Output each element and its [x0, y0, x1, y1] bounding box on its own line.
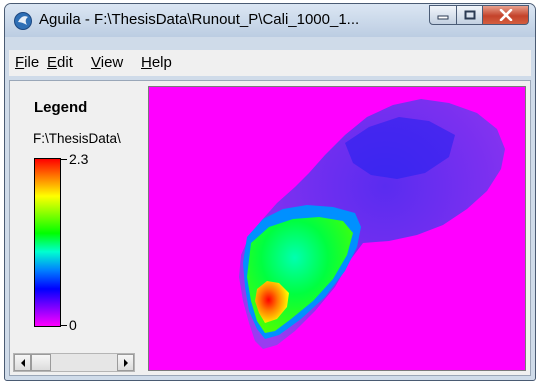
- scroll-thumb[interactable]: [31, 354, 51, 371]
- legend-title: Legend: [34, 99, 88, 116]
- maximize-icon: [464, 10, 475, 20]
- runout-raster-map: [239, 99, 505, 349]
- maximize-button[interactable]: [457, 5, 483, 25]
- close-icon: [499, 9, 512, 21]
- minimize-button[interactable]: [429, 5, 457, 25]
- menu-view[interactable]: View: [91, 54, 123, 71]
- window-title: Aguila - F:\ThesisData\Runout_P\Cali_100…: [39, 11, 360, 28]
- legend-panel: Legend F:\ThesisData\ 2.3 0: [10, 81, 144, 375]
- title-bar[interactable]: Aguila - F:\ThesisData\Runout_P\Cali_100…: [5, 4, 535, 37]
- aguila-app-icon: [14, 12, 32, 30]
- scroll-left-button[interactable]: [14, 354, 31, 371]
- legend-file-path: F:\ThesisData\: [33, 131, 121, 146]
- scroll-right-button[interactable]: [117, 354, 134, 371]
- menu-edit[interactable]: Edit: [47, 54, 73, 71]
- legend-max-label: 2.3: [69, 151, 89, 167]
- close-button[interactable]: [483, 5, 529, 25]
- legend-max-tick: [61, 159, 67, 160]
- client-area: Legend F:\ThesisData\ 2.3 0: [9, 80, 531, 376]
- map-view[interactable]: [148, 86, 526, 371]
- legend-colorbar: [34, 158, 61, 327]
- minimize-icon: [437, 15, 449, 20]
- menu-file[interactable]: File: [15, 54, 39, 71]
- arrow-right-icon: [123, 358, 128, 367]
- app-window: Aguila - F:\ThesisData\Runout_P\Cali_100…: [4, 3, 536, 381]
- caption-buttons: [429, 5, 529, 25]
- arrow-left-icon: [20, 358, 25, 367]
- menu-bar: File Edit View Help: [9, 50, 531, 76]
- menu-help[interactable]: Help: [141, 54, 172, 71]
- legend-min-label: 0: [69, 317, 77, 333]
- legend-min-tick: [61, 325, 67, 326]
- legend-scrollbar[interactable]: [13, 353, 135, 372]
